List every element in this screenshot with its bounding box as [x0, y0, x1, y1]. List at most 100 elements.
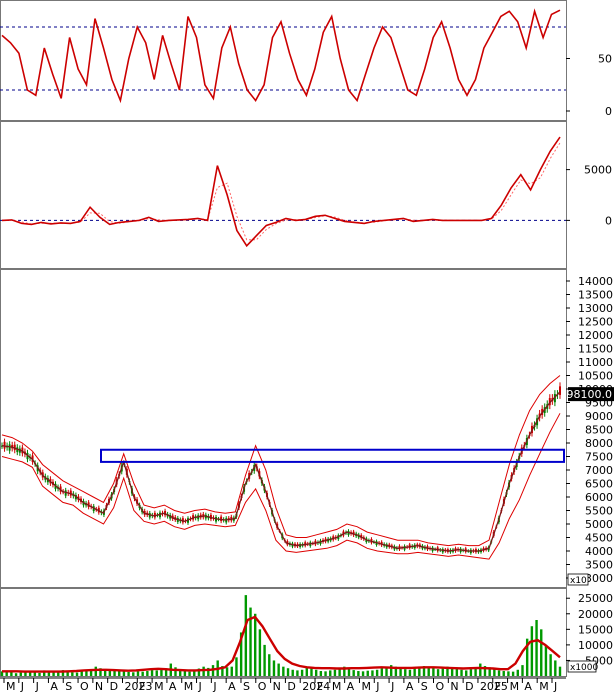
x-axis-month-label: A [50, 680, 58, 693]
volume-bar [85, 671, 87, 676]
volume-y-tick-label: 25000 [578, 592, 613, 605]
volume-bar [123, 671, 125, 676]
price-y-tick-label: 6500 [585, 478, 613, 491]
volume-bar [296, 670, 298, 676]
momentum-y-tick-label: 5000 [584, 164, 612, 177]
volume-bar [362, 671, 364, 676]
volume-bar [95, 667, 97, 676]
volume-bar [287, 668, 289, 676]
volume-bar [151, 670, 153, 676]
volume-bar [554, 660, 556, 676]
volume-y-tick-label: 20000 [578, 608, 613, 621]
volume-bar [141, 672, 143, 676]
volume-bar [71, 672, 73, 676]
price-y-tick-label: 10500 [578, 370, 613, 383]
volume-bar [470, 669, 472, 676]
volume-bar [29, 672, 31, 676]
x-axis-month-label: J [35, 680, 39, 693]
x-axis-month-label: O [258, 680, 267, 693]
x-axis-month-label: D [110, 680, 118, 693]
volume-bar [254, 614, 256, 676]
volume-bar [559, 667, 561, 676]
last-price-label: 98100.0 [567, 387, 614, 401]
x-axis-month-label: F [317, 680, 323, 693]
volume-bar [174, 667, 176, 676]
price-y-tick-label: 11500 [578, 343, 613, 356]
x-axis-month-label: J [212, 680, 216, 693]
x-axis: MJJASOND2023FMAMJJASOND2024FMAMJJASOND20… [0, 678, 566, 693]
volume-bar [385, 668, 387, 676]
volume-bar [432, 668, 434, 676]
oscillator-y-tick-label: 0 [605, 105, 612, 118]
volume-bar [273, 660, 275, 676]
price-y-tick-label: 4000 [585, 545, 613, 558]
y-axes: 0500500030003500400045005000550060006500… [566, 53, 614, 674]
volume-bar [376, 670, 378, 676]
x-axis-month-label: S [421, 680, 428, 693]
volume-bar [315, 670, 317, 676]
x-axis-month-label: M [361, 680, 371, 693]
volume-bar [348, 669, 350, 676]
volume-bar [479, 664, 481, 676]
volume-bar [292, 670, 294, 676]
volume-bar [137, 671, 139, 676]
volume-bar [226, 667, 228, 676]
volume-bar [76, 673, 78, 676]
price-y-tick-label: 7500 [585, 451, 613, 464]
x-axis-month-label: J [390, 680, 394, 693]
volume-bar [268, 654, 270, 676]
price-y-tick-label: 3000 [585, 572, 613, 585]
price-y-tick-label: 9000 [585, 410, 613, 423]
volume-bar [503, 671, 505, 676]
volume-bar [437, 669, 439, 676]
volume-bar [442, 669, 444, 676]
volume-bar [324, 671, 326, 676]
x-axis-month-label: A [169, 680, 177, 693]
volume-bar [531, 626, 533, 676]
volume-bar [549, 654, 551, 676]
price-y-tick-label: 14000 [578, 275, 613, 288]
volume-bar [498, 670, 500, 676]
volume-y-tick-label: 15000 [578, 623, 613, 636]
x-axis-month-label: M [332, 680, 342, 693]
price-y-tick-label: 5500 [585, 505, 613, 518]
price-y-tick-label: 4500 [585, 532, 613, 545]
volume-bar [409, 670, 411, 676]
x-axis-month-label: S [65, 680, 72, 693]
x-axis-month-label: A [347, 680, 355, 693]
volume-bar [320, 671, 322, 676]
price-y-tick-label: 6000 [585, 491, 613, 504]
x-axis-month-label: M [6, 680, 16, 693]
volume-bar [263, 645, 265, 676]
volume-bar [399, 668, 401, 676]
price-scale-note: x10 [568, 574, 588, 586]
volume-bar [259, 629, 261, 676]
x-axis-month-label: J [20, 680, 24, 693]
price-candle-body [4, 442, 6, 449]
volume-bar [381, 669, 383, 676]
volume-bar [545, 645, 547, 676]
price-y-tick-label: 8000 [585, 437, 613, 450]
volume-bar [15, 673, 17, 676]
mom-frame [1, 122, 567, 269]
price-frame [1, 270, 567, 588]
volume-bar [517, 670, 519, 676]
volume-bar [245, 595, 247, 676]
price-y-tick-label: 11000 [578, 356, 613, 369]
price-scale-note-text: x10 [570, 576, 587, 586]
volume-bar [132, 672, 134, 676]
vol-frame [1, 589, 567, 677]
volume-bar [460, 670, 462, 676]
volume-bar [81, 671, 83, 676]
chart-canvas: MJJASOND2023FMAMJJASOND2024FMAMJJASOND20… [0, 0, 614, 695]
price-y-tick-label: 13000 [578, 302, 613, 315]
volume-bar [512, 672, 514, 676]
oscillator-y-tick-label: 50 [598, 53, 612, 66]
x-axis-month-label: D [465, 680, 473, 693]
volume-bar [329, 670, 331, 676]
last-price-label-text: 98100.0 [567, 388, 613, 401]
volume-bar [357, 671, 359, 676]
volume-bar [188, 672, 190, 676]
volume-scale-note: x1000 [568, 661, 599, 673]
x-axis-month-label: F [495, 680, 501, 693]
